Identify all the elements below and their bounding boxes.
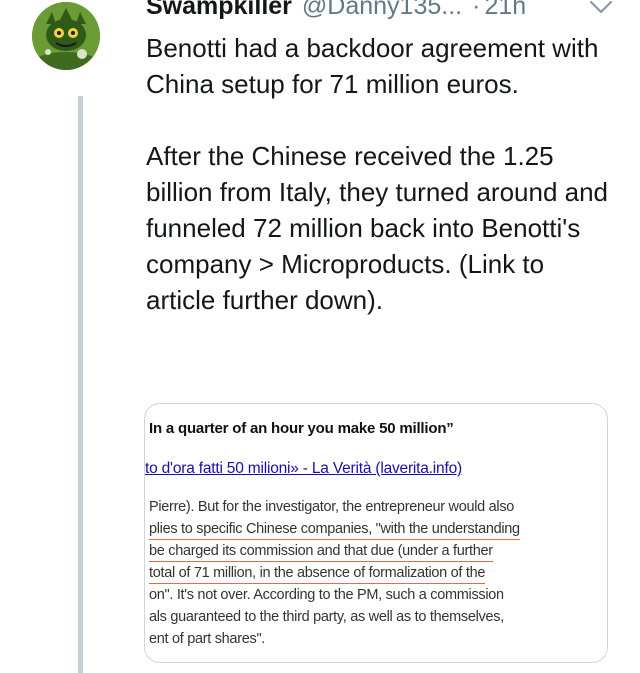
- excerpt-line-text: plies to specific Chinese companies, "wi…: [149, 520, 520, 540]
- excerpt-line: als guaranteed to the third party, as we…: [149, 609, 504, 625]
- tweet-text: Benotti had a backdoor agreement with Ch…: [146, 30, 616, 318]
- user-handle[interactable]: @Danny135...: [302, 0, 462, 21]
- excerpt-line-text: be charged its commission and that due (…: [149, 542, 493, 562]
- display-name[interactable]: Swampkiller: [146, 0, 292, 21]
- excerpt-line-underlined: be charged its commission and that due (…: [149, 540, 607, 562]
- excerpt-line: ent of part shares".: [149, 631, 266, 647]
- more-options-button[interactable]: [588, 0, 614, 21]
- separator-dot: ·: [472, 0, 481, 20]
- avatar[interactable]: [32, 2, 100, 70]
- chevron-down-icon: [589, 0, 613, 14]
- media-image-card[interactable]: In a quarter of an hour you make 50 mill…: [144, 403, 608, 663]
- article-excerpt: Pierre). But for the investigator, the e…: [149, 496, 607, 650]
- timestamp[interactable]: 21h: [484, 0, 526, 21]
- excerpt-line-text: total of 71 million, in the absence of f…: [149, 564, 485, 584]
- tweet-paragraph: After the Chinese received the 1.25 bill…: [146, 141, 609, 315]
- cartoon-monster-avatar-icon: [32, 2, 100, 70]
- tweet-header: Swampkiller @Danny135... · 21h: [146, 0, 526, 24]
- thread-line: [78, 96, 83, 673]
- excerpt-line: on". It's not over. According to the PM,…: [149, 587, 504, 603]
- tweet-paragraph: Benotti had a backdoor agreement with Ch…: [146, 33, 599, 99]
- excerpt-line-underlined: plies to specific Chinese companies, "wi…: [149, 518, 607, 540]
- excerpt-line: Pierre). But for the investigator, the e…: [149, 499, 515, 515]
- excerpt-line-underlined: total of 71 million, in the absence of f…: [149, 562, 607, 584]
- article-heading: In a quarter of an hour you make 50 mill…: [149, 420, 454, 437]
- article-link: to d'ora fatti 50 milioni» - La Verità (…: [145, 460, 462, 477]
